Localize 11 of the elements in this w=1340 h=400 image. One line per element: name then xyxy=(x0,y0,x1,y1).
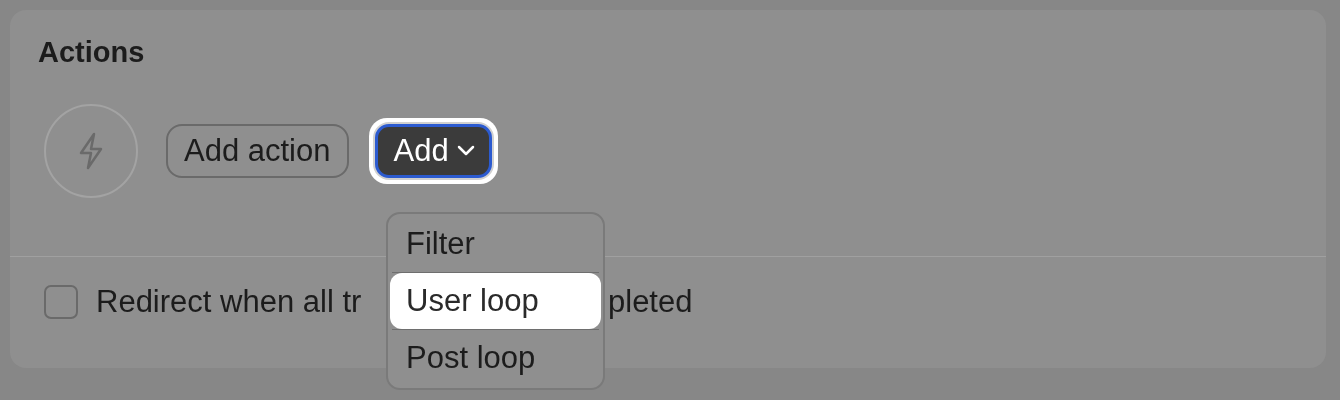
chevron-down-icon xyxy=(456,145,475,157)
menu-item[interactable]: Post loop xyxy=(390,330,601,386)
checkbox-label: pleted xyxy=(608,284,693,320)
menu-item[interactable]: User loop xyxy=(390,273,601,329)
menu-item[interactable]: Filter xyxy=(390,216,601,272)
section-title: Actions xyxy=(38,36,146,69)
add-action-button[interactable]: Add action xyxy=(166,124,349,178)
lightning-icon xyxy=(44,104,138,198)
checkbox-label: Redirect when all tr xyxy=(96,284,362,320)
checkbox[interactable] xyxy=(44,285,78,319)
add-dropdown-button[interactable]: Add xyxy=(374,124,492,178)
